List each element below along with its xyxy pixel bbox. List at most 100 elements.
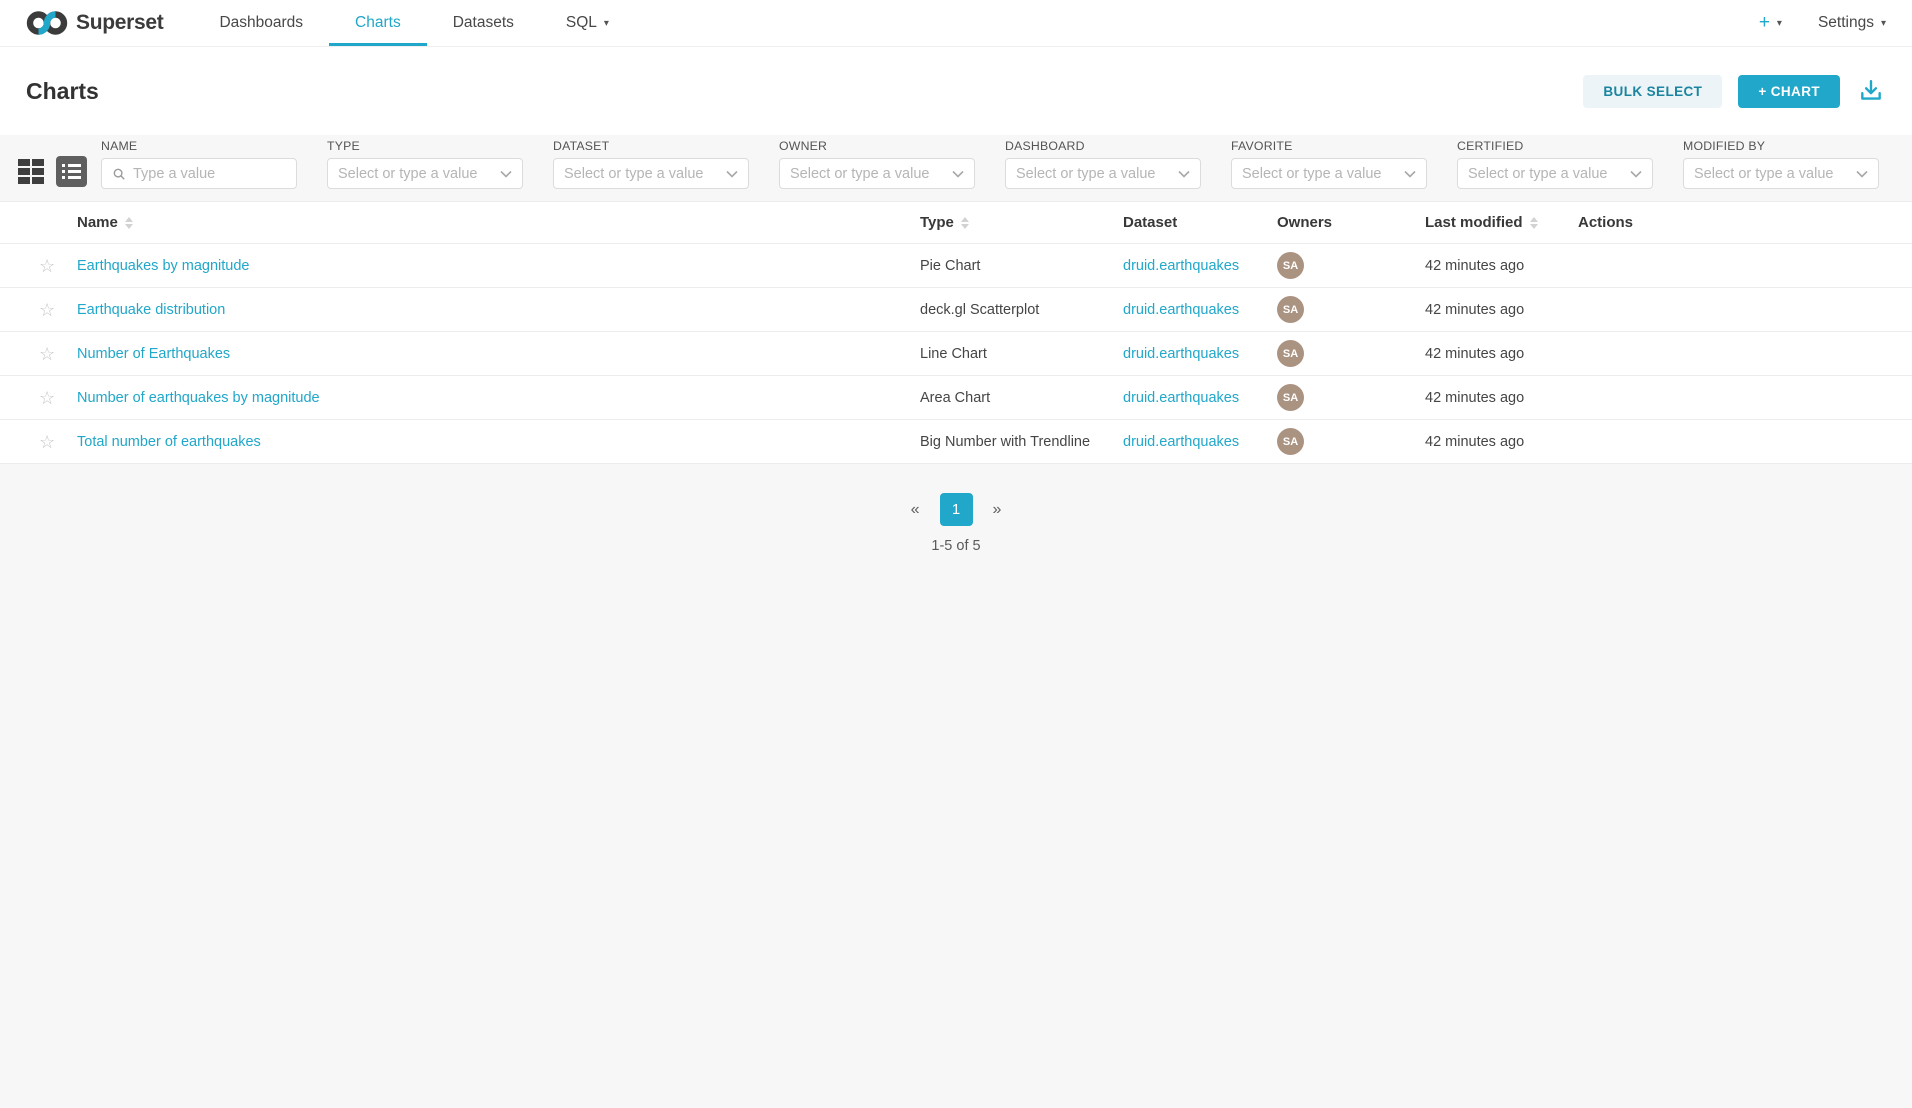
- new-item-menu[interactable]: + ▾: [1759, 12, 1782, 34]
- owner-avatar[interactable]: SA: [1277, 252, 1304, 279]
- import-charts-button[interactable]: [1856, 76, 1886, 106]
- column-header-dataset: Dataset: [1123, 214, 1277, 231]
- filter-label: FAVORITE: [1231, 139, 1427, 153]
- name-filter-box[interactable]: [101, 158, 297, 189]
- favorite-star-icon[interactable]: ☆: [39, 301, 55, 319]
- column-header-actions: Actions: [1578, 214, 1912, 231]
- last-modified: 42 minutes ago: [1425, 258, 1578, 274]
- sort-icon: [1530, 217, 1538, 229]
- list-view-icon: [62, 164, 87, 167]
- column-header-last-modified[interactable]: Last modified: [1425, 214, 1578, 231]
- owner-avatar[interactable]: SA: [1277, 340, 1304, 367]
- filter-certified: CERTIFIED Select or type a value: [1457, 139, 1653, 189]
- table-row: ☆ Earthquakes by magnitude Pie Chart dru…: [0, 244, 1912, 288]
- nav-item-charts[interactable]: Charts: [329, 0, 427, 46]
- filter-label: NAME: [101, 139, 297, 153]
- chart-type: Line Chart: [920, 346, 1123, 362]
- nav-item-datasets[interactable]: Datasets: [427, 0, 540, 46]
- chevron-down-icon: [1630, 170, 1642, 178]
- filter-label: TYPE: [327, 139, 523, 153]
- nav-item-dashboards[interactable]: Dashboards: [193, 0, 329, 46]
- certified-filter-select[interactable]: Select or type a value: [1457, 158, 1653, 189]
- favorite-star-icon[interactable]: ☆: [39, 257, 55, 275]
- last-modified: 42 minutes ago: [1425, 302, 1578, 318]
- filter-bar: NAME TYPE Select or type a value DATASET…: [0, 135, 1912, 189]
- next-page-button[interactable]: »: [987, 497, 1008, 523]
- chevron-down-icon: [1856, 170, 1868, 178]
- owner-avatar[interactable]: SA: [1277, 296, 1304, 323]
- chart-type: Pie Chart: [920, 258, 1123, 274]
- chevron-down-icon: [1404, 170, 1416, 178]
- download-icon: [1858, 78, 1884, 104]
- filter-dataset: DATASET Select or type a value: [553, 139, 749, 189]
- favorite-star-icon[interactable]: ☆: [39, 433, 55, 451]
- chart-name-link[interactable]: Earthquakes by magnitude: [77, 258, 250, 274]
- caret-down-icon: ▾: [1881, 18, 1886, 29]
- chevron-down-icon: [1178, 170, 1190, 178]
- page-title: Charts: [26, 78, 99, 105]
- table-row: ☆ Total number of earthquakes Big Number…: [0, 420, 1912, 464]
- main-nav: Dashboards Charts Datasets SQL ▾: [193, 0, 634, 46]
- owner-avatar[interactable]: SA: [1277, 428, 1304, 455]
- nav-item-sql[interactable]: SQL ▾: [540, 0, 635, 46]
- filter-type: TYPE Select or type a value: [327, 139, 523, 189]
- dataset-link[interactable]: druid.earthquakes: [1123, 302, 1239, 318]
- previous-page-button[interactable]: «: [905, 497, 926, 523]
- chart-type: Area Chart: [920, 390, 1123, 406]
- superset-logo[interactable]: Superset: [26, 0, 163, 46]
- chart-name-link[interactable]: Earthquake distribution: [77, 302, 225, 318]
- search-icon: [112, 167, 126, 181]
- add-chart-button[interactable]: + CHART: [1738, 75, 1840, 108]
- column-header-type[interactable]: Type: [920, 214, 1123, 231]
- chevron-down-icon: [500, 170, 512, 178]
- chart-name-link[interactable]: Total number of earthquakes: [77, 434, 261, 450]
- filter-dashboard: DASHBOARD Select or type a value: [1005, 139, 1201, 189]
- grid-view-icon: [18, 159, 30, 166]
- modified-by-filter-select[interactable]: Select or type a value: [1683, 158, 1879, 189]
- filter-favorite: FAVORITE Select or type a value: [1231, 139, 1427, 189]
- chart-name-link[interactable]: Number of earthquakes by magnitude: [77, 390, 320, 406]
- superset-infinity-icon: [26, 9, 68, 37]
- charts-table: Name Type Dataset Owners Last modified A…: [0, 201, 1912, 464]
- caret-down-icon: ▾: [604, 18, 609, 29]
- owner-avatar[interactable]: SA: [1277, 384, 1304, 411]
- table-header-row: Name Type Dataset Owners Last modified A…: [0, 202, 1912, 244]
- dataset-filter-select[interactable]: Select or type a value: [553, 158, 749, 189]
- top-navbar: Superset Dashboards Charts Datasets SQL …: [0, 0, 1912, 47]
- dashboard-filter-select[interactable]: Select or type a value: [1005, 158, 1201, 189]
- chart-name-link[interactable]: Number of Earthquakes: [77, 346, 230, 362]
- dataset-link[interactable]: druid.earthquakes: [1123, 434, 1239, 450]
- dataset-link[interactable]: druid.earthquakes: [1123, 346, 1239, 362]
- favorite-star-icon[interactable]: ☆: [39, 345, 55, 363]
- name-filter-input[interactable]: [133, 166, 286, 182]
- card-view-toggle[interactable]: [18, 159, 44, 184]
- navbar-right: + ▾ Settings ▾: [1759, 0, 1886, 46]
- chevron-down-icon: [952, 170, 964, 178]
- type-filter-select[interactable]: Select or type a value: [327, 158, 523, 189]
- page-number-button[interactable]: 1: [940, 493, 973, 526]
- pagination: « 1 »: [0, 493, 1912, 526]
- column-header-name[interactable]: Name: [77, 214, 920, 231]
- filter-label: MODIFIED BY: [1683, 139, 1879, 153]
- dataset-link[interactable]: druid.earthquakes: [1123, 390, 1239, 406]
- bulk-select-button[interactable]: BULK SELECT: [1583, 75, 1722, 108]
- sort-icon: [125, 217, 133, 229]
- dataset-link[interactable]: druid.earthquakes: [1123, 258, 1239, 274]
- filter-modified-by: MODIFIED BY Select or type a value: [1683, 139, 1879, 189]
- favorite-filter-select[interactable]: Select or type a value: [1231, 158, 1427, 189]
- filter-label: CERTIFIED: [1457, 139, 1653, 153]
- filter-owner: OWNER Select or type a value: [779, 139, 975, 189]
- filter-name: NAME: [101, 139, 297, 189]
- last-modified: 42 minutes ago: [1425, 346, 1578, 362]
- brand-name: Superset: [76, 11, 163, 35]
- last-modified: 42 minutes ago: [1425, 390, 1578, 406]
- favorite-star-icon[interactable]: ☆: [39, 389, 55, 407]
- filter-label: DATASET: [553, 139, 749, 153]
- owner-filter-select[interactable]: Select or type a value: [779, 158, 975, 189]
- filter-label: DASHBOARD: [1005, 139, 1201, 153]
- list-view-toggle[interactable]: [56, 156, 87, 187]
- settings-menu[interactable]: Settings ▾: [1818, 14, 1886, 32]
- caret-down-icon: ▾: [1777, 18, 1782, 29]
- chevron-down-icon: [726, 170, 738, 178]
- content-area: NAME TYPE Select or type a value DATASET…: [0, 135, 1912, 1108]
